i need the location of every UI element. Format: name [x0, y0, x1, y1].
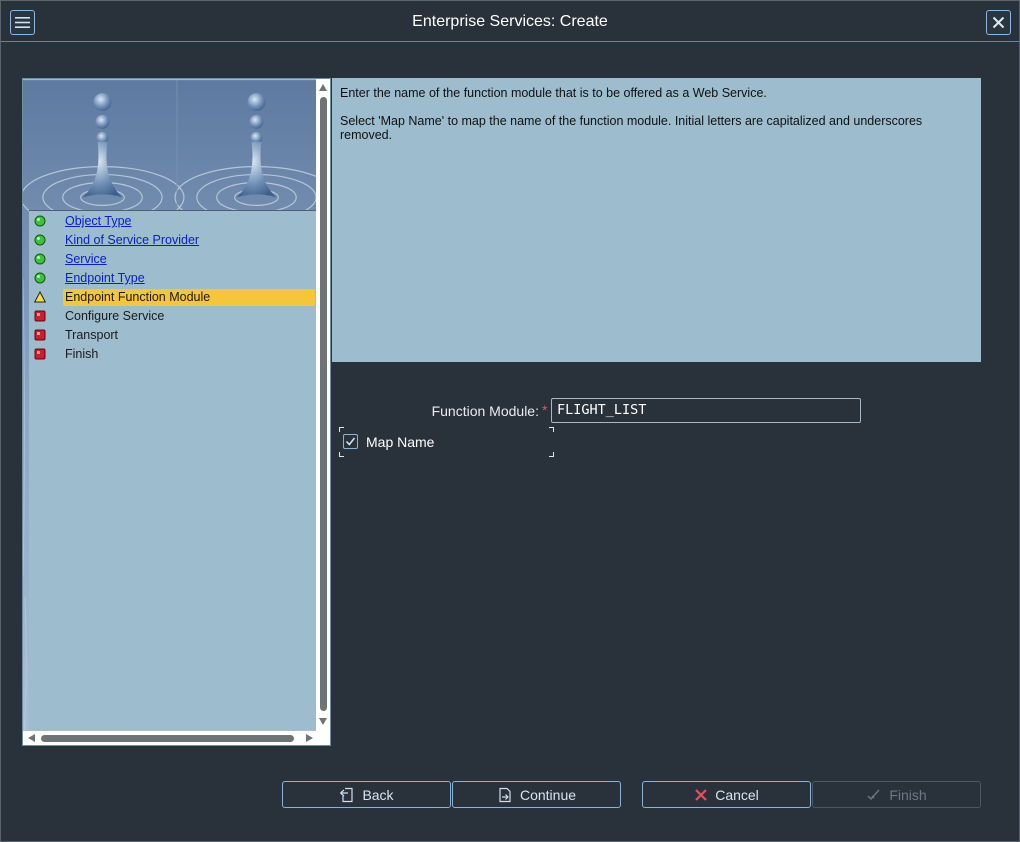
red-square-icon [34, 348, 46, 360]
green-dot-icon [34, 234, 46, 246]
red-square-icon [34, 310, 46, 322]
roadmap-step-finish: Finish [29, 344, 316, 363]
scroll-left-arrow-icon[interactable] [28, 734, 35, 742]
close-icon [992, 16, 1005, 29]
roadmap-step-transport: Transport [29, 325, 316, 344]
map-name-checkbox-group[interactable]: Map Name [339, 427, 554, 457]
back-button[interactable]: Back [282, 781, 451, 808]
map-name-checkbox[interactable] [343, 434, 358, 449]
roadmap-step-label[interactable]: Kind of Service Provider [64, 232, 200, 249]
info-text-line: Select 'Map Name' to map the name of the… [340, 114, 923, 142]
roadmap-step-configure-service: Configure Service [29, 306, 316, 325]
green-dot-icon [34, 215, 46, 227]
cancel-button[interactable]: Cancel [642, 781, 811, 808]
roadmap-step-label: Transport [65, 328, 119, 342]
close-button[interactable] [986, 10, 1011, 35]
function-module-input[interactable]: FLIGHT_LIST [551, 398, 861, 423]
cancel-button-label: Cancel [715, 786, 759, 803]
cancel-x-icon [695, 788, 707, 801]
scroll-thumb[interactable] [41, 735, 294, 742]
checkmark-icon [345, 437, 356, 446]
scroll-down-arrow-icon[interactable] [319, 718, 327, 725]
info-text-line: Enter the name of the function module th… [340, 86, 767, 100]
roadmap-step-endpoint-type[interactable]: Endpoint Type [29, 268, 316, 287]
green-dot-icon [34, 272, 46, 284]
continue-button[interactable]: Continue [452, 781, 621, 808]
info-panel: Enter the name of the function module th… [332, 78, 981, 362]
dialog-window: Enterprise Services: Create Object Type … [0, 0, 1020, 842]
scroll-right-arrow-icon[interactable] [306, 734, 313, 742]
horizontal-scrollbar[interactable] [23, 731, 330, 745]
roadmap-steps: Object Type Kind of Service Provider Ser… [29, 210, 316, 730]
roadmap-step-kind-of-service-provider[interactable]: Kind of Service Provider [29, 230, 316, 249]
finish-button-label: Finish [889, 786, 927, 803]
roadmap-step-label: Configure Service [65, 309, 165, 323]
roadmap-step-label: Finish [65, 347, 99, 361]
red-square-icon [34, 329, 46, 341]
roadmap-step-label: Endpoint Function Module [63, 289, 315, 306]
roadmap-step-object-type[interactable]: Object Type [29, 211, 316, 230]
finish-button[interactable]: Finish [812, 781, 981, 808]
continue-button-label: Continue [519, 786, 577, 803]
finish-check-icon [867, 789, 880, 800]
back-button-label: Back [362, 786, 394, 803]
roadmap-step-label[interactable]: Endpoint Type [64, 270, 146, 287]
roadmap-step-label[interactable]: Service [64, 251, 108, 268]
scroll-up-arrow-icon[interactable] [319, 84, 327, 91]
green-dot-icon [34, 253, 46, 265]
warning-triangle-icon [34, 291, 46, 303]
roadmap-panel: Object Type Kind of Service Provider Ser… [22, 78, 331, 746]
map-name-label: Map Name [366, 434, 435, 450]
scroll-thumb[interactable] [320, 97, 327, 711]
function-module-label: Function Module: [431, 403, 539, 419]
continue-icon [499, 787, 511, 802]
required-marker: * [542, 402, 548, 418]
back-icon [340, 787, 354, 802]
roadmap-step-endpoint-function-module[interactable]: Endpoint Function Module [29, 287, 316, 306]
title-bar: Enterprise Services: Create [1, 1, 1019, 42]
window-title: Enterprise Services: Create [412, 13, 608, 30]
roadmap-step-service[interactable]: Service [29, 249, 316, 268]
vertical-scrollbar[interactable] [316, 79, 330, 731]
roadmap-step-label[interactable]: Object Type [64, 213, 132, 230]
